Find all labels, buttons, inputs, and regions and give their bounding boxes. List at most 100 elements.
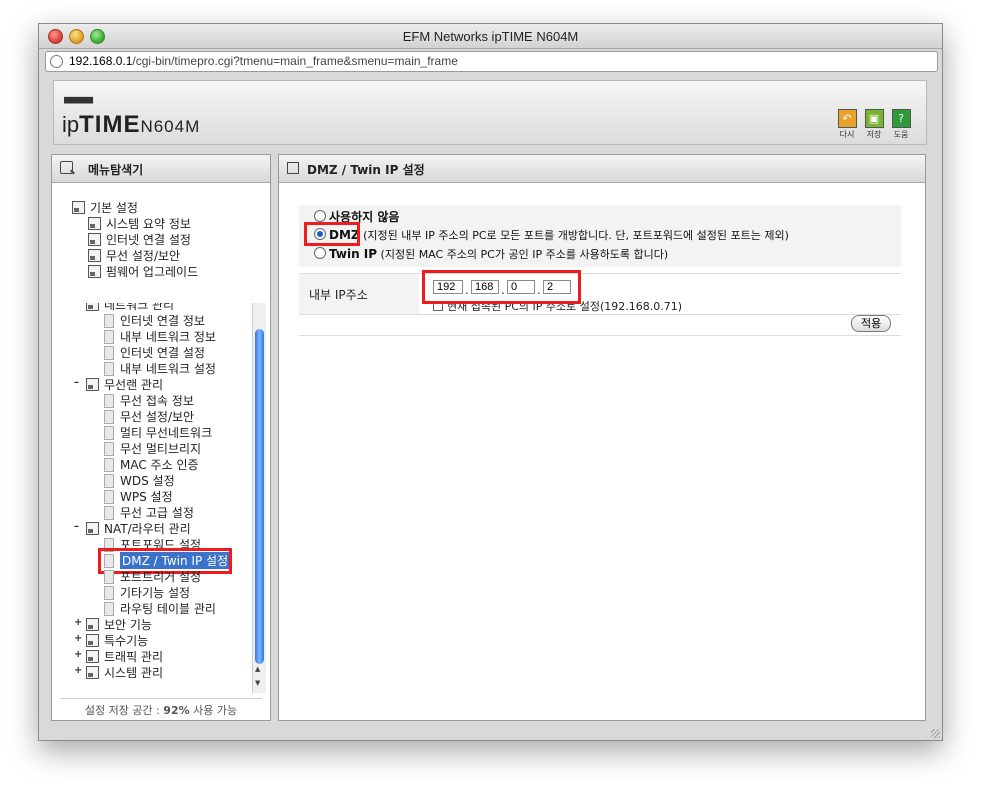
tree-item-label: 포트트리거 설정: [120, 570, 202, 584]
ip-highlight-box: [422, 270, 581, 304]
page-icon: [104, 330, 114, 344]
page-icon: [104, 490, 114, 504]
tree-item-label: 라우팅 테이블 관리: [120, 602, 216, 616]
help-icon: ?: [891, 109, 911, 128]
page-icon: [104, 394, 114, 408]
address-bar[interactable]: 192.168.0.1/cgi-bin/timepro.cgi?tmenu=ma…: [45, 51, 938, 72]
expand-icon[interactable]: +: [74, 617, 82, 628]
option-twin-ip[interactable]: Twin IP (지정된 MAC 주소의 PC가 공인 IP 주소를 사용하도록…: [314, 246, 668, 262]
wireless-icon: [88, 249, 101, 262]
basic-settings-label: 기본 설정: [90, 201, 138, 215]
option-name: Twin IP: [329, 247, 378, 261]
tree-item-label: MAC 주소 인증: [120, 458, 199, 472]
tree-item-label: 기타기능 설정: [120, 586, 191, 600]
option-desc: (지정된 MAC 주소의 PC가 공인 IP 주소를 사용하도록 합니다): [380, 248, 669, 261]
chart-icon: [88, 217, 101, 230]
undo-label: 다시: [839, 130, 855, 139]
help-button[interactable]: ? 도움: [888, 109, 914, 140]
expand-icon[interactable]: +: [74, 633, 82, 644]
url-text[interactable]: 192.168.0.1/cgi-bin/timepro.cgi?tmenu=ma…: [69, 54, 458, 68]
expand-icon[interactable]: +: [74, 665, 82, 676]
page-icon: [104, 602, 114, 616]
upgrade-icon: [88, 265, 101, 278]
scrollbar-thumb[interactable]: [255, 329, 264, 664]
collapse-icon[interactable]: –: [74, 377, 79, 388]
folder-icon: [86, 522, 99, 535]
globe-icon: [50, 55, 63, 68]
url-host: 192.168.0.1: [69, 54, 133, 68]
content-header: DMZ / Twin IP 설정: [279, 155, 925, 183]
router-header: ■■■■■ ipTIMEN604M ↶ 다시 ▣ 저장 ? 도움: [53, 80, 927, 145]
folder-icon: [86, 650, 99, 663]
menu-scrollbar[interactable]: ▲ ▼: [252, 303, 266, 693]
page-icon: [104, 458, 114, 472]
page-icon: [104, 346, 114, 360]
radio-twin-ip[interactable]: [314, 247, 326, 259]
tree-item-label: WDS 설정: [120, 474, 175, 488]
dmz-highlight-box: [304, 222, 360, 246]
internal-ip-label-cell: 내부 IP주소: [299, 274, 419, 314]
page-icon: [104, 314, 114, 328]
logo-main: TIME: [79, 111, 141, 138]
tree-item-label: 무선 접속 정보: [120, 394, 194, 408]
page-icon: [104, 442, 114, 456]
undo-button[interactable]: ↶ 다시: [834, 109, 860, 140]
browser-window: EFM Networks ipTIME N604M 192.168.0.1/cg…: [38, 23, 943, 741]
scroll-down-arrow[interactable]: ▼: [255, 679, 260, 687]
tree-folder-label: 보안 기능: [104, 618, 152, 632]
monitor-icon: [88, 233, 101, 246]
storage-prefix: 설정 저장 공간 :: [84, 704, 164, 717]
menu-tree: –네트워크 관리인터넷 연결 정보내부 네트워크 정보인터넷 연결 설정내부 네…: [52, 303, 255, 695]
model-name: N604M: [140, 117, 201, 136]
menu-explorer-panel: 메뉴탐색기 기본 설정 시스템 요약 정보 인터넷 연결 설정 무선 설정/보안: [51, 154, 271, 721]
option-dmz[interactable]: DMZ (지정된 내부 IP 주소의 PC로 모든 포트를 개방합니다. 단, …: [314, 227, 789, 243]
collapse-icon[interactable]: –: [74, 521, 79, 532]
tree-item-label: 멀티 무선네트워크: [120, 426, 213, 440]
window-title: EFM Networks ipTIME N604M: [402, 29, 579, 44]
radio-disabled[interactable]: [314, 210, 326, 222]
folder-icon: [86, 634, 99, 647]
tree-folder-label: 특수기능: [104, 634, 149, 648]
storage-suffix: 사용 가능: [189, 704, 238, 717]
tree-item-label: 무선 멀티브리지: [120, 442, 202, 456]
page-title: DMZ / Twin IP 설정: [307, 163, 425, 177]
save-button[interactable]: ▣ 저장: [861, 109, 887, 140]
basic-item-label: 시스템 요약 정보: [106, 217, 191, 231]
content-panel: DMZ / Twin IP 설정 사용하지 않음 DMZ (지정된 내부 IP …: [278, 154, 926, 721]
save-icon: ▣: [864, 109, 884, 128]
tree-folder-label: 트래픽 관리: [104, 650, 164, 664]
tree-item-label: 내부 네트워크 설정: [120, 362, 216, 376]
tree-folder-label: 무선랜 관리: [104, 378, 164, 392]
save-label: 저장: [866, 130, 882, 139]
menu-explorer-header: 메뉴탐색기: [52, 155, 270, 183]
page-icon: [104, 410, 114, 424]
internal-ip-row: 내부 IP주소 . . . 현재 접속된 PC의 IP 주소로 설정(192.1…: [299, 270, 901, 315]
option-desc: (지정된 내부 IP 주소의 PC로 모든 포트를 개방합니다. 단, 포트포워…: [363, 229, 789, 242]
collapse-icon[interactable]: –: [74, 303, 79, 308]
undo-icon: ↶: [837, 109, 857, 128]
storage-status: 설정 저장 공간 : 92% 사용 가능: [60, 698, 262, 718]
apply-button[interactable]: 적용: [851, 315, 892, 332]
mode-options: 사용하지 않음 DMZ (지정된 내부 IP 주소의 PC로 모든 포트를 개방…: [299, 205, 901, 267]
tree-folder-label: NAT/라우터 관리: [104, 522, 191, 536]
tree-folder-label: 시스템 관리: [104, 666, 164, 680]
internal-ip-label: 내부 IP주소: [309, 288, 368, 302]
basic-item-label: 인터넷 연결 설정: [106, 233, 191, 247]
folder-icon: [86, 378, 99, 391]
tree-item-label: 인터넷 연결 정보: [120, 314, 205, 328]
tree-item-label: 무선 설정/보안: [120, 410, 195, 424]
page-icon: [104, 474, 114, 488]
magnifier-icon: [60, 161, 73, 174]
logo-mark: ■■■■■: [64, 93, 93, 106]
folder-icon: [86, 303, 99, 311]
menu-explorer-title: 메뉴탐색기: [88, 163, 144, 177]
resize-grip[interactable]: [931, 729, 940, 738]
divider: [299, 335, 901, 336]
page-icon: [287, 162, 299, 174]
storage-value: 92%: [163, 704, 190, 717]
page-icon: [104, 426, 114, 440]
page-icon: [104, 586, 114, 600]
folder-icon: [86, 618, 99, 631]
scroll-up-arrow[interactable]: ▲: [255, 665, 260, 673]
expand-icon[interactable]: +: [74, 649, 82, 660]
